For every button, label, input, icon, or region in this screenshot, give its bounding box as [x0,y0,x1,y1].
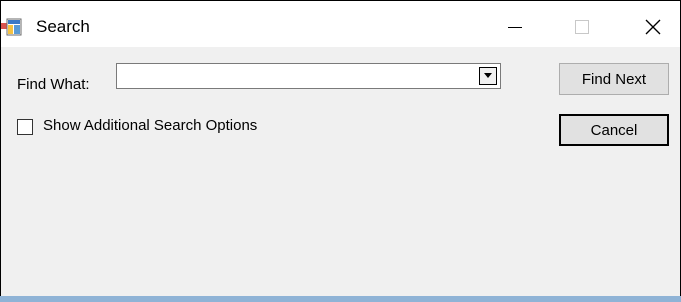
maximize-button[interactable] [559,11,605,43]
find-next-button[interactable]: Find Next [559,63,669,95]
minimize-button[interactable] [492,11,538,43]
cancel-button-label: Cancel [590,121,638,139]
find-what-label: Find What: [17,76,90,93]
app-icon [1,17,25,37]
title-bar[interactable]: Search [1,1,680,47]
cancel-button[interactable]: Cancel [559,114,669,146]
find-what-combobox[interactable] [116,63,501,89]
taskbar-strip [0,296,681,302]
additional-options-checkbox[interactable] [17,119,33,135]
minimize-icon [508,27,522,28]
search-dialog: Search Find What: Show Additional Search… [0,0,681,302]
window-title: Search [36,17,90,36]
close-icon [645,19,661,35]
close-button[interactable] [630,11,676,43]
additional-options-label[interactable]: Show Additional Search Options [43,117,257,134]
chevron-down-icon [484,73,492,78]
maximize-icon [575,20,589,34]
dropdown-button[interactable] [479,67,497,85]
